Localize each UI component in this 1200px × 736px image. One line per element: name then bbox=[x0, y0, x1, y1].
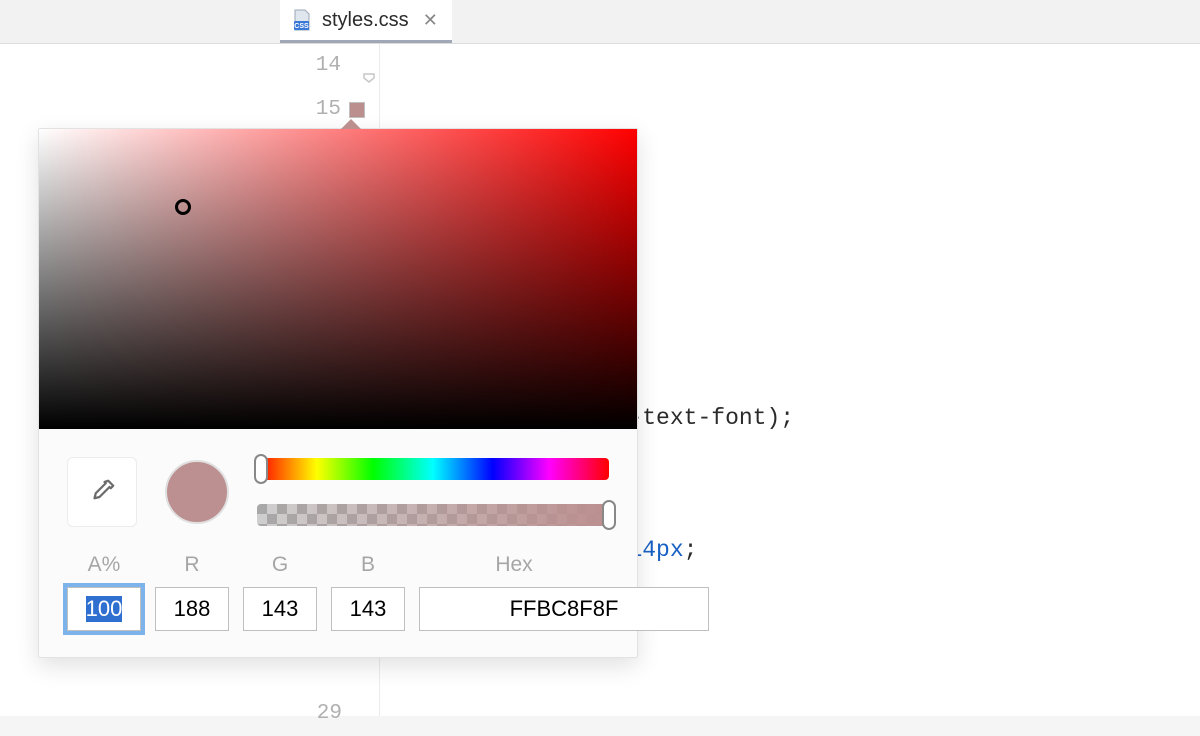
color-swatch-preview bbox=[165, 460, 229, 524]
gutter-color-swatch[interactable] bbox=[349, 102, 365, 118]
label-g: G bbox=[243, 553, 317, 577]
alpha-thumb[interactable] bbox=[602, 500, 616, 530]
fold-icon[interactable] bbox=[361, 58, 377, 74]
r-input[interactable] bbox=[155, 587, 229, 631]
label-r: R bbox=[155, 553, 229, 577]
eyedropper-button[interactable] bbox=[67, 457, 137, 527]
alpha-slider[interactable] bbox=[257, 504, 609, 526]
close-icon[interactable]: ✕ bbox=[417, 10, 438, 31]
picker-labels: A% R G B Hex bbox=[39, 553, 637, 577]
token-semicolon: ; bbox=[780, 405, 794, 431]
hue-slider[interactable] bbox=[257, 458, 609, 480]
token-css-var: -text-font) bbox=[628, 405, 780, 431]
color-picker-popover: A% R G B Hex bbox=[38, 128, 638, 658]
hex-input[interactable] bbox=[419, 587, 709, 631]
b-input[interactable] bbox=[331, 587, 405, 631]
label-b: B bbox=[331, 553, 405, 577]
tab-filename: styles.css bbox=[322, 9, 409, 32]
editor-tab[interactable]: CSS styles.css ✕ bbox=[280, 0, 452, 43]
eyedropper-icon bbox=[87, 477, 117, 507]
line-number: 15 bbox=[280, 88, 379, 132]
line-number-text: 15 bbox=[316, 98, 341, 121]
label-alpha: A% bbox=[67, 553, 141, 577]
alpha-input[interactable] bbox=[67, 587, 141, 631]
sliders bbox=[257, 458, 609, 526]
token-semicolon: ; bbox=[684, 537, 698, 563]
g-input[interactable] bbox=[243, 587, 317, 631]
hue-thumb[interactable] bbox=[254, 454, 268, 484]
picker-inputs bbox=[39, 587, 637, 631]
picker-mid-row bbox=[39, 429, 637, 543]
css-file-icon: CSS bbox=[290, 8, 314, 32]
tab-bar: CSS styles.css ✕ bbox=[0, 0, 1200, 44]
sv-cursor[interactable] bbox=[175, 199, 191, 215]
saturation-value-panel[interactable] bbox=[39, 129, 637, 429]
popover-tail bbox=[341, 119, 361, 129]
line-number: 29 bbox=[280, 692, 380, 736]
svg-text:CSS: CSS bbox=[294, 23, 309, 30]
label-hex: Hex bbox=[419, 553, 609, 577]
